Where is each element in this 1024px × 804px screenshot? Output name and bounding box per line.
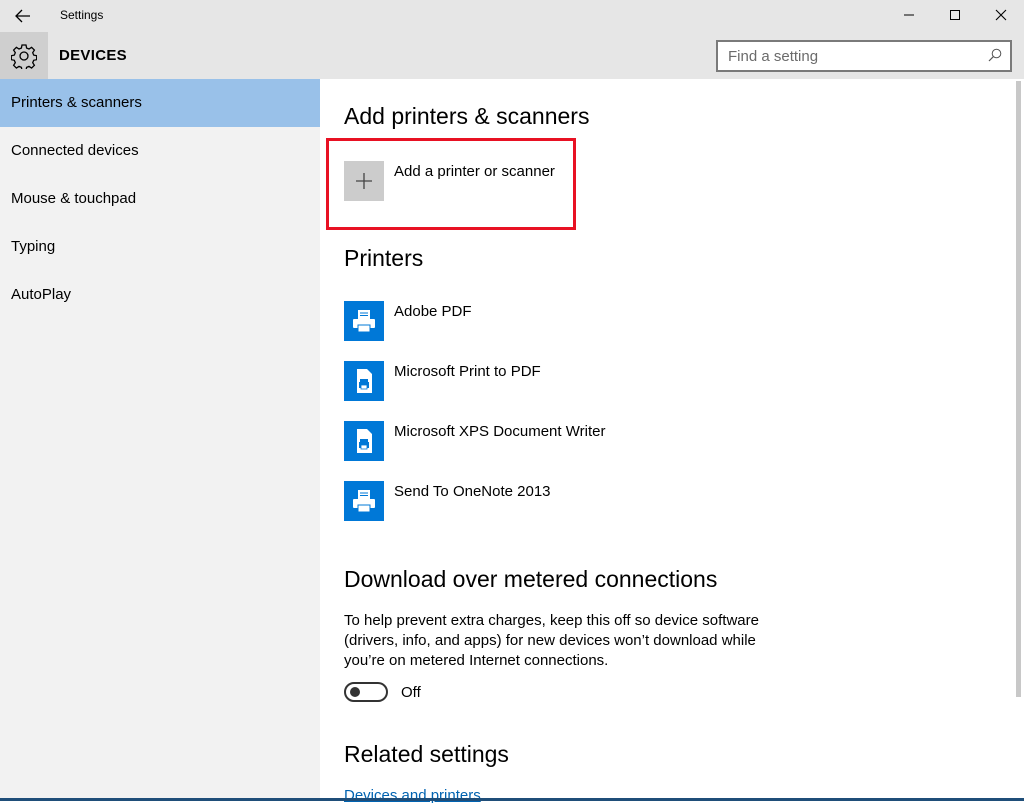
printer-tile bbox=[344, 481, 384, 521]
search-box[interactable] bbox=[716, 40, 1012, 72]
scrollbar[interactable] bbox=[1012, 79, 1024, 801]
toggle-knob bbox=[350, 687, 360, 697]
sidebar-item-connected-devices[interactable]: Connected devices bbox=[0, 127, 320, 175]
printer-icon bbox=[353, 310, 375, 333]
printers-heading: Printers bbox=[344, 245, 424, 271]
close-icon bbox=[995, 9, 1007, 21]
printer-label: Send To OneNote 2013 bbox=[394, 483, 551, 500]
search-icon[interactable] bbox=[988, 48, 1002, 62]
sidebar-item-typing[interactable]: Typing bbox=[0, 223, 320, 271]
metered-heading: Download over metered connections bbox=[344, 566, 718, 592]
back-button[interactable] bbox=[0, 0, 46, 32]
sidebar: Printers & scanners Connected devices Mo… bbox=[0, 79, 320, 801]
devices-and-printers-link[interactable]: Devices and printers bbox=[344, 787, 481, 804]
metered-description: To help prevent extra charges, keep this… bbox=[344, 612, 759, 669]
section-title: DEVICES bbox=[59, 47, 127, 64]
related-settings-heading: Related settings bbox=[344, 741, 509, 767]
plus-icon bbox=[356, 173, 372, 189]
maximize-button[interactable] bbox=[932, 0, 978, 30]
sidebar-item-printers-scanners[interactable]: Printers & scanners bbox=[0, 79, 320, 127]
scrollbar-thumb[interactable] bbox=[1016, 81, 1021, 697]
printer-tile bbox=[344, 361, 384, 401]
printer-label: Microsoft XPS Document Writer bbox=[394, 423, 606, 440]
printer-icon bbox=[357, 369, 372, 393]
add-printer-button[interactable]: Add a printer or scanner bbox=[344, 161, 555, 201]
maximize-icon bbox=[950, 10, 960, 20]
app-title: Settings bbox=[60, 8, 104, 22]
add-printer-label: Add a printer or scanner bbox=[394, 163, 555, 180]
home-gear-button[interactable] bbox=[0, 32, 48, 79]
printer-tile bbox=[344, 421, 384, 461]
printer-item[interactable]: Send To OneNote 2013 bbox=[344, 481, 551, 521]
minimize-icon bbox=[904, 14, 914, 16]
printer-item[interactable]: Microsoft XPS Document Writer bbox=[344, 421, 605, 461]
toggle-switch[interactable] bbox=[344, 682, 388, 702]
close-button[interactable] bbox=[978, 0, 1024, 30]
page-header: DEVICES bbox=[0, 32, 1024, 79]
printer-label: Microsoft Print to PDF bbox=[394, 363, 541, 380]
search-input[interactable] bbox=[718, 42, 978, 70]
add-printers-heading: Add printers & scanners bbox=[344, 103, 590, 129]
toggle-state-label: Off bbox=[401, 683, 421, 701]
printer-item[interactable]: Microsoft Print to PDF bbox=[344, 361, 541, 401]
printer-tile bbox=[344, 301, 384, 341]
main-content: Add printers & scanners Add a printer or… bbox=[320, 79, 1012, 804]
title-bar: Settings bbox=[0, 0, 1024, 32]
printer-item[interactable]: Adobe PDF bbox=[344, 301, 472, 341]
metered-toggle[interactable]: Off bbox=[344, 682, 421, 702]
printer-label: Adobe PDF bbox=[394, 303, 472, 320]
sidebar-item-autoplay[interactable]: AutoPlay bbox=[0, 271, 320, 319]
printer-icon bbox=[353, 490, 375, 513]
printer-icon bbox=[357, 429, 372, 453]
minimize-button[interactable] bbox=[886, 0, 932, 30]
gear-icon bbox=[11, 43, 37, 69]
back-arrow-icon bbox=[15, 9, 30, 23]
plus-tile bbox=[344, 161, 384, 201]
sidebar-item-mouse-touchpad[interactable]: Mouse & touchpad bbox=[0, 175, 320, 223]
